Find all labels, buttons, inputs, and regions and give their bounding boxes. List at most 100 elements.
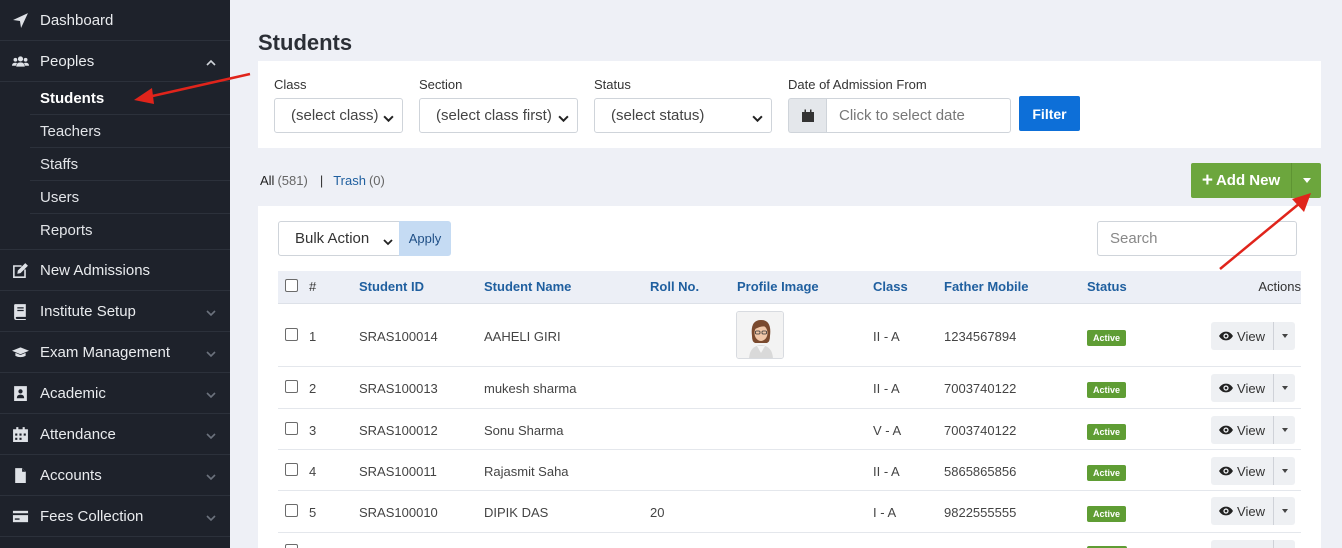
sidebar-item-attendance[interactable]: Attendance (0, 414, 230, 455)
row-checkbox[interactable] (285, 380, 298, 393)
row-class: V - A (873, 423, 902, 438)
view-button[interactable] (1211, 540, 1273, 548)
sidebar-item-label: Attendance (40, 425, 116, 443)
row-num: 3 (309, 423, 317, 438)
section-label: Section (419, 77, 463, 92)
caret-down-icon (1281, 509, 1288, 513)
row-student-id: SRAS100010 (359, 505, 438, 520)
search-input[interactable]: Search (1097, 221, 1297, 256)
row-student-name: DIPIK DAS (484, 505, 549, 520)
row-actions-dropdown[interactable] (1273, 497, 1295, 525)
chevron-down-icon (206, 428, 216, 440)
eye-icon (1219, 506, 1234, 516)
row-checkbox[interactable] (285, 422, 298, 435)
col-father-mobile[interactable]: Father Mobile (944, 279, 1029, 294)
chevron-down-icon (206, 305, 216, 317)
chevron-down-icon (206, 387, 216, 399)
sidebar-item-label: Exam Management (40, 343, 171, 361)
class-select[interactable]: (select class) (274, 98, 403, 133)
row-class: II - A (873, 381, 900, 396)
calendar-icon[interactable] (788, 98, 826, 133)
status-badge: Active (1087, 424, 1127, 440)
col-student-id[interactable]: Student ID (359, 279, 424, 294)
sidebar-subitem-students[interactable]: Students (30, 82, 230, 115)
row-num: 1 (309, 329, 317, 344)
sidebar-item-institute-setup[interactable]: Institute Setup (0, 291, 230, 332)
row-actions-dropdown[interactable] (1273, 322, 1295, 350)
all-count: (581) (277, 173, 308, 188)
row-father-mobile: 7003740122 (944, 381, 1017, 396)
view-label: View (1237, 503, 1265, 519)
sidebar-subitem-staffs[interactable]: Staffs (30, 148, 230, 181)
graduation-cap-icon (10, 342, 30, 362)
sidebar: Dashboard Peoples Students Teachers Staf… (0, 0, 230, 548)
section-select[interactable]: (select class first) (419, 98, 578, 133)
sidebar-item-dashboard[interactable]: Dashboard (0, 0, 230, 41)
add-new-button[interactable]: + Add New (1191, 163, 1291, 198)
row-actions-dropdown[interactable] (1273, 457, 1295, 485)
col-class[interactable]: Class (873, 279, 908, 294)
col-profile-image[interactable]: Profile Image (737, 279, 819, 294)
filter-button[interactable]: Filter (1019, 96, 1080, 131)
row-actions-dropdown[interactable] (1273, 540, 1295, 548)
row-num: 4 (309, 464, 317, 479)
trash-filter-link[interactable]: Trash (333, 173, 366, 188)
add-new-label: Add New (1215, 172, 1281, 189)
view-button[interactable]: View (1211, 416, 1273, 444)
row-checkbox[interactable] (285, 544, 298, 548)
bulk-action-select[interactable]: Bulk Action (278, 221, 400, 256)
row-student-name: Rajasmit Saha (484, 464, 569, 479)
admission-date-input[interactable]: Click to select date (826, 98, 1011, 133)
sidebar-item-label: New Admissions (40, 261, 151, 279)
sidebar-item-fees-collection[interactable]: Fees Collection (0, 496, 230, 537)
sidebar-item-exam-management[interactable]: Exam Management (0, 332, 230, 373)
row-student-id: SRAS100012 (359, 423, 438, 438)
caret-down-icon (1281, 428, 1288, 432)
select-all-checkbox[interactable] (285, 279, 298, 292)
status-select[interactable]: (select status) (594, 98, 772, 133)
col-status[interactable]: Status (1087, 279, 1127, 294)
add-new-dropdown-toggle[interactable] (1291, 163, 1321, 198)
date-label: Date of Admission From (788, 77, 927, 92)
caret-down-icon (1302, 178, 1311, 183)
sidebar-subitem-users[interactable]: Users (30, 181, 230, 214)
col-roll-no[interactable]: Roll No. (650, 279, 699, 294)
chevron-down-icon (383, 111, 394, 123)
sidebar-item-label: Dashboard (40, 11, 114, 29)
book-icon (10, 301, 30, 321)
sidebar-item-new-admissions[interactable]: New Admissions (0, 250, 230, 291)
row-father-mobile: 7003740122 (944, 423, 1017, 438)
status-badge: Active (1087, 465, 1127, 481)
row-actions: View (1211, 457, 1295, 485)
row-num: 5 (309, 505, 317, 520)
row-checkbox[interactable] (285, 328, 298, 341)
sidebar-subitem-reports[interactable]: Reports (30, 214, 230, 247)
table-header: # Student ID Student Name Roll No. Profi… (278, 271, 1301, 304)
status-counts: All (581) | Trash (0) (260, 173, 385, 188)
row-father-mobile: 9822555555 (944, 505, 1017, 520)
add-new-button-group: + Add New (1191, 163, 1321, 198)
view-button[interactable]: View (1211, 374, 1273, 402)
status-badge: Active (1087, 382, 1127, 398)
sidebar-item-accounts[interactable]: Accounts (0, 455, 230, 496)
view-button[interactable]: View (1211, 322, 1273, 350)
sidebar-item-label: Institute Setup (40, 302, 136, 320)
edit-icon (10, 260, 30, 280)
row-actions-dropdown[interactable] (1273, 374, 1295, 402)
sidebar-subitem-teachers[interactable]: Teachers (30, 115, 230, 148)
col-student-name[interactable]: Student Name (484, 279, 571, 294)
view-button[interactable]: View (1211, 457, 1273, 485)
row-student-name: Sonu Sharma (484, 423, 564, 438)
row-checkbox[interactable] (285, 504, 298, 517)
view-button[interactable]: View (1211, 497, 1273, 525)
sidebar-item-academic[interactable]: Academic (0, 373, 230, 414)
row-class: II - A (873, 329, 900, 344)
row-actions-dropdown[interactable] (1273, 416, 1295, 444)
chevron-down-icon (206, 346, 216, 358)
sidebar-item-peoples[interactable]: Peoples (0, 41, 230, 82)
apply-button[interactable]: Apply (399, 221, 451, 256)
row-checkbox[interactable] (285, 463, 298, 476)
eye-icon (1219, 331, 1234, 341)
all-filter-link[interactable]: All (260, 173, 274, 188)
filter-panel: Class (select class) Section (select cla… (258, 61, 1321, 148)
